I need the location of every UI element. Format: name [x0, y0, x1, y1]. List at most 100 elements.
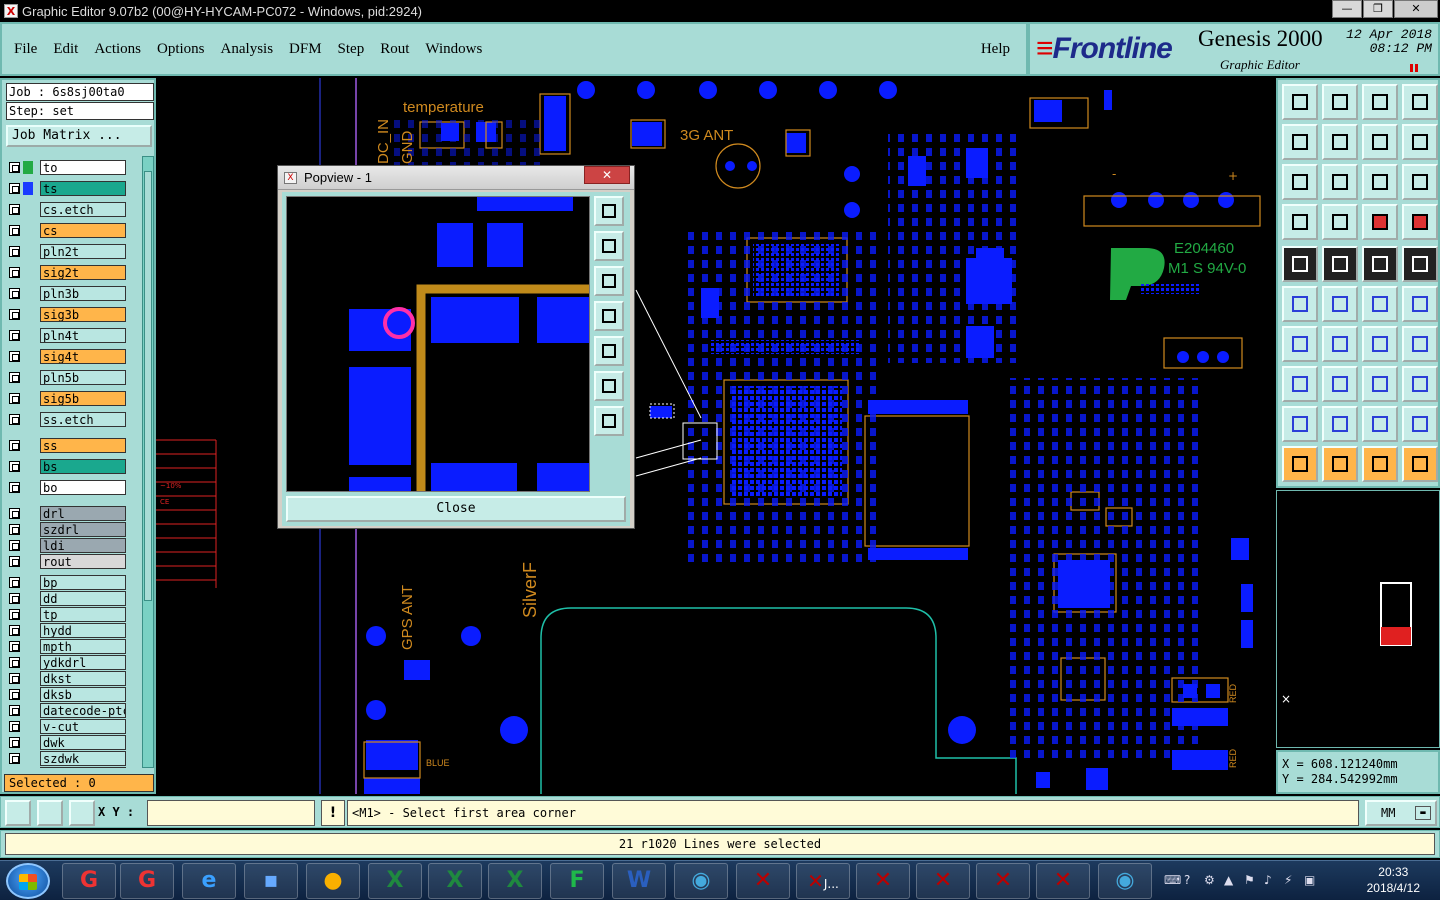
app-g1-icon[interactable]: G: [62, 863, 116, 899]
layer-checkbox[interactable]: [9, 440, 20, 451]
layer-checkbox[interactable]: [9, 577, 20, 588]
pad-icon[interactable]: [1282, 246, 1318, 282]
keyboard-icon[interactable]: ⌨: [1164, 873, 1181, 887]
zoom-in-icon[interactable]: [1282, 84, 1318, 120]
layer-checkbox[interactable]: [9, 162, 20, 173]
layer-name[interactable]: szdwk: [40, 751, 126, 766]
layer-color-swatch[interactable]: [23, 688, 33, 701]
zoom-out-icon[interactable]: [1322, 84, 1358, 120]
layer-name[interactable]: sig2t: [40, 265, 126, 280]
genesis-window-6-icon[interactable]: ✕: [1036, 863, 1090, 899]
layer-color-swatch[interactable]: [23, 592, 33, 605]
layer-checkbox[interactable]: [9, 183, 20, 194]
help-tray-icon[interactable]: ?: [1184, 873, 1198, 887]
popview-center-button[interactable]: [594, 406, 624, 436]
layer-checkbox[interactable]: [9, 657, 20, 668]
layer-checkbox[interactable]: [9, 625, 20, 636]
popview-canvas[interactable]: [286, 196, 590, 492]
job-matrix-button[interactable]: Job Matrix ...: [6, 125, 152, 147]
connect-icon[interactable]: [1282, 286, 1318, 322]
layer-checkbox[interactable]: [9, 309, 20, 320]
layer-name[interactable]: dd: [40, 591, 126, 606]
layer-row[interactable]: drl: [6, 506, 128, 521]
layer-row[interactable]: pln2t: [6, 244, 128, 259]
layer-checkbox[interactable]: [9, 225, 20, 236]
layer-name[interactable]: v-cut: [40, 719, 126, 734]
layer-row[interactable]: szdwk: [6, 751, 128, 766]
layer-checkbox[interactable]: [9, 705, 20, 716]
layer-row[interactable]: mpth: [6, 639, 128, 654]
layer-color-swatch[interactable]: [23, 507, 33, 520]
layer-row[interactable]: d: [6, 767, 128, 768]
fill-icon[interactable]: [1322, 246, 1358, 282]
close-window-button[interactable]: ✕: [1394, 0, 1438, 18]
frame-icon[interactable]: [1402, 326, 1438, 362]
save-disk-icon[interactable]: ▪: [244, 863, 298, 899]
layer-name[interactable]: d: [40, 767, 126, 768]
excel-2-icon[interactable]: X: [428, 863, 482, 899]
layer-color-swatch[interactable]: [23, 287, 33, 300]
layer-color-swatch[interactable]: [23, 656, 33, 669]
eye-app-icon[interactable]: ◉: [674, 863, 728, 899]
layer-name[interactable]: pln5b: [40, 370, 126, 385]
genesis-window-2-icon[interactable]: ✕J...: [796, 863, 850, 899]
layer-color-swatch[interactable]: [23, 371, 33, 384]
layer-color-swatch[interactable]: [23, 392, 33, 405]
window-icon[interactable]: [1402, 84, 1438, 120]
layer-row[interactable]: sig3b: [6, 307, 128, 322]
shapes-icon[interactable]: [1402, 366, 1438, 402]
network-tray-icon[interactable]: ⚙: [1204, 873, 1218, 887]
minus-icon[interactable]: [1322, 366, 1358, 402]
menu-analysis[interactable]: Analysis: [221, 41, 274, 58]
layer-color-swatch[interactable]: [23, 329, 33, 342]
slot-icon[interactable]: [1402, 286, 1438, 322]
layer-row[interactable]: datecode-ptc: [6, 703, 128, 718]
cross-icon[interactable]: [1322, 286, 1358, 322]
layer-row[interactable]: v-cut: [6, 719, 128, 734]
layer-row[interactable]: pln3b: [6, 286, 128, 301]
grid-toggle-icon[interactable]: [1322, 204, 1358, 240]
layer-row[interactable]: tp: [6, 607, 128, 622]
line-pad-icon[interactable]: [1362, 286, 1398, 322]
menu-help[interactable]: Help: [981, 41, 1010, 58]
swap-icon[interactable]: [1362, 124, 1398, 160]
word-icon[interactable]: W: [612, 863, 666, 899]
layer-color-swatch[interactable]: [23, 182, 33, 195]
layer-row[interactable]: dd: [6, 591, 128, 606]
layer-color-2-icon[interactable]: [1402, 204, 1438, 240]
layer-row[interactable]: bp: [6, 575, 128, 590]
layer-checkbox[interactable]: [9, 721, 20, 732]
menu-windows[interactable]: Windows: [425, 41, 482, 58]
layer-checkbox[interactable]: [9, 689, 20, 700]
layer-name[interactable]: bo: [40, 480, 126, 495]
scale-1-2-icon[interactable]: [1362, 164, 1398, 200]
layer-row[interactable]: ts: [6, 181, 128, 196]
genesis-window-5-icon[interactable]: ✕: [976, 863, 1030, 899]
layer-color-swatch[interactable]: [23, 576, 33, 589]
layer-color-swatch[interactable]: [23, 752, 33, 765]
layer-checkbox[interactable]: [9, 204, 20, 215]
layer-name[interactable]: drl: [40, 506, 126, 521]
triangle-3-icon[interactable]: [1362, 406, 1398, 442]
menu-edit[interactable]: Edit: [53, 41, 78, 58]
popview-close-button[interactable]: Close: [286, 496, 626, 522]
layer-list-scrollbar[interactable]: [142, 156, 154, 768]
excel-3-icon[interactable]: X: [488, 863, 542, 899]
layer-name[interactable]: pln3b: [40, 286, 126, 301]
layer-row[interactable]: bo: [6, 480, 128, 495]
layer-checkbox[interactable]: [9, 351, 20, 362]
layer-row[interactable]: dksb: [6, 687, 128, 702]
layer-row[interactable]: sig4t: [6, 349, 128, 364]
popview-pan-down-button[interactable]: [594, 266, 624, 296]
layer-row[interactable]: dwk: [6, 735, 128, 750]
maximize-button[interactable]: ❐: [1363, 0, 1393, 18]
popview-zoom-fit-button[interactable]: [594, 371, 624, 401]
snap-icon[interactable]: [5, 800, 31, 826]
layer-color-swatch[interactable]: [23, 460, 33, 473]
layer-checkbox[interactable]: [9, 246, 20, 257]
layer-name[interactable]: ss: [40, 438, 126, 453]
layer-color-swatch[interactable]: [23, 481, 33, 494]
angle-icon[interactable]: [1282, 326, 1318, 362]
layer-checkbox[interactable]: [9, 393, 20, 404]
select-net-icon[interactable]: [1402, 446, 1438, 482]
